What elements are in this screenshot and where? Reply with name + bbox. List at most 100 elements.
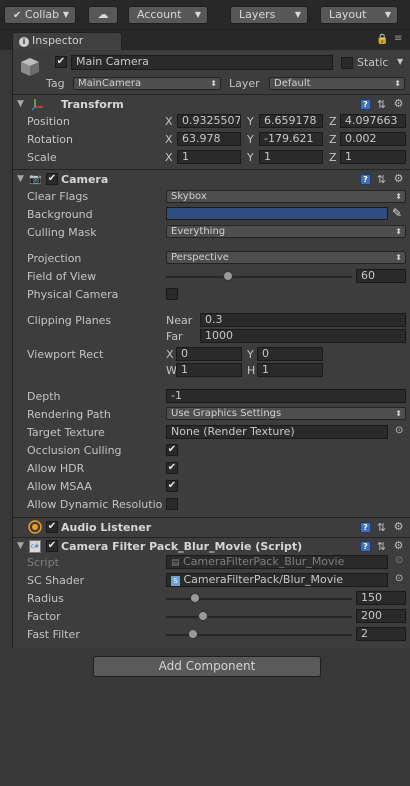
- menu-icon[interactable]: ≡: [394, 33, 402, 44]
- help-icon[interactable]: ?: [360, 522, 371, 533]
- fov-slider-thumb[interactable]: [222, 271, 233, 281]
- position-y-input[interactable]: 6.659178: [259, 114, 323, 128]
- filter-script-enabled-checkbox[interactable]: ✔: [46, 540, 58, 552]
- target-texture-field[interactable]: None (Render Texture): [166, 425, 388, 439]
- allow-msaa-checkbox[interactable]: ✔: [166, 480, 178, 492]
- position-z-input[interactable]: 4.097663: [340, 114, 406, 128]
- tab-inspector[interactable]: i Inspector: [12, 32, 122, 50]
- add-component-button[interactable]: Add Component: [93, 656, 321, 677]
- tab-row: i Inspector 🔒 ≡: [0, 30, 410, 50]
- factor-label: Factor: [27, 610, 61, 623]
- preset-icon[interactable]: ⇅: [376, 541, 387, 552]
- position-label: Position: [27, 115, 70, 128]
- name-input[interactable]: Main Camera: [71, 55, 333, 70]
- fast-filter-input[interactable]: 2: [356, 627, 406, 641]
- filter-script-header[interactable]: ▼ c# ✔ Camera Filter Pack_Blur_Movie (Sc…: [13, 538, 410, 556]
- vp-h-input[interactable]: 1: [257, 363, 323, 377]
- allow-hdr-checkbox[interactable]: ✔: [166, 462, 178, 474]
- gear-icon[interactable]: ⚙: [393, 540, 404, 551]
- lock-icon[interactable]: 🔒: [376, 34, 388, 45]
- layer-dropdown[interactable]: Default ⬍: [269, 77, 405, 90]
- clear-flags-dropdown[interactable]: Skybox ⬍: [166, 190, 406, 203]
- rotation-y-input[interactable]: -179.621: [259, 132, 323, 146]
- audio-listener-header[interactable]: ✔ Audio Listener ? ⇅ ⚙: [13, 519, 410, 537]
- camera-enabled-checkbox[interactable]: ✔: [46, 173, 58, 185]
- divider: [13, 517, 410, 518]
- factor-slider-thumb[interactable]: [198, 611, 208, 621]
- position-x-input[interactable]: 0.9325507: [177, 114, 241, 128]
- camera-header[interactable]: ▼ 📷 ✔ Camera ? ⇅ ⚙: [13, 171, 410, 189]
- audio-listener-enabled-checkbox[interactable]: ✔: [46, 521, 58, 533]
- help-icon[interactable]: ?: [360, 99, 371, 110]
- divider: [13, 169, 410, 170]
- object-picker-icon[interactable]: ⊙: [395, 425, 403, 436]
- fov-slider-track[interactable]: [166, 276, 352, 278]
- allow-dynamic-resolution-label: Allow Dynamic Resolutio: [27, 498, 163, 511]
- fold-arrow-icon[interactable]: ▼: [17, 174, 24, 184]
- layers-dropdown[interactable]: Layers ▼: [230, 6, 308, 24]
- near-input[interactable]: 0.3: [200, 313, 406, 327]
- vp-x-input[interactable]: 0: [176, 347, 242, 361]
- factor-slider-track[interactable]: [166, 616, 352, 618]
- scale-z-input[interactable]: 1: [340, 150, 406, 164]
- account-dropdown[interactable]: Account ▼: [128, 6, 208, 24]
- layout-dropdown[interactable]: Layout ▼: [320, 6, 398, 24]
- rendering-path-dropdown[interactable]: Use Graphics Settings ⬍: [166, 407, 406, 420]
- tab-label: Inspector: [32, 34, 84, 47]
- gear-icon[interactable]: ⚙: [393, 98, 404, 109]
- vp-w-input[interactable]: 1: [176, 363, 242, 377]
- help-icon[interactable]: ?: [360, 174, 371, 185]
- tag-value: MainCamera: [78, 78, 142, 89]
- allow-dynamic-resolution-checkbox[interactable]: [166, 498, 178, 510]
- scale-y-input[interactable]: 1: [259, 150, 323, 164]
- projection-value: Perspective: [171, 252, 229, 263]
- eyedropper-icon[interactable]: ✎: [392, 206, 402, 220]
- help-icon[interactable]: ?: [360, 541, 371, 552]
- script-file-icon: c#: [29, 540, 41, 553]
- layout-label: Layout: [329, 8, 367, 21]
- sc-shader-field[interactable]: S CameraFilterPack/Blur_Movie: [166, 573, 388, 587]
- fov-input[interactable]: 60: [356, 269, 406, 283]
- depth-input[interactable]: -1: [166, 389, 406, 403]
- vp-y-input[interactable]: 0: [257, 347, 323, 361]
- check-icon: ✔: [13, 10, 22, 21]
- inspector-panel: ✔ Main Camera Static ▼ Tag MainCamera ⬍ …: [12, 50, 410, 648]
- preset-icon[interactable]: ⇅: [376, 99, 387, 110]
- far-input[interactable]: 1000: [200, 329, 406, 343]
- script-label: Script: [27, 556, 59, 569]
- preset-icon[interactable]: ⇅: [376, 174, 387, 185]
- rotation-x-input[interactable]: 63.978: [177, 132, 241, 146]
- rotation-z-input[interactable]: 0.002: [340, 132, 406, 146]
- active-checkbox[interactable]: ✔: [55, 56, 67, 68]
- background-color-swatch[interactable]: [166, 207, 388, 220]
- culling-mask-dropdown[interactable]: Everything ⬍: [166, 225, 406, 238]
- collab-button[interactable]: ✔ Collab ▼: [4, 6, 76, 24]
- culling-mask-label: Culling Mask: [27, 226, 97, 239]
- gear-icon[interactable]: ⚙: [393, 173, 404, 184]
- static-checkbox[interactable]: [341, 57, 353, 69]
- fold-arrow-icon[interactable]: ▼: [17, 99, 24, 109]
- clipping-planes-label: Clipping Planes: [27, 314, 112, 327]
- fold-arrow-icon[interactable]: ▼: [17, 541, 24, 551]
- tag-dropdown[interactable]: MainCamera ⬍: [73, 77, 221, 90]
- physical-camera-checkbox[interactable]: [166, 288, 178, 300]
- target-texture-label: Target Texture: [27, 426, 105, 439]
- projection-dropdown[interactable]: Perspective ⬍: [166, 251, 406, 264]
- fast-filter-slider-thumb[interactable]: [188, 629, 198, 639]
- fast-filter-label: Fast Filter: [27, 628, 80, 641]
- cloud-button[interactable]: ☁: [88, 6, 118, 24]
- updown-arrow-icon: ⬍: [395, 227, 402, 236]
- filter-script-title: Camera Filter Pack_Blur_Movie (Script): [61, 540, 303, 553]
- radius-slider-thumb[interactable]: [190, 593, 200, 603]
- static-dropdown-icon[interactable]: ▼: [397, 57, 403, 66]
- preset-icon[interactable]: ⇅: [376, 522, 387, 533]
- factor-input[interactable]: 200: [356, 609, 406, 623]
- transform-header[interactable]: ▼ Transform ? ⇅ ⚙: [13, 96, 410, 114]
- scale-x-input[interactable]: 1: [177, 150, 241, 164]
- gear-icon[interactable]: ⚙: [393, 521, 404, 532]
- object-picker-icon[interactable]: ⊙: [395, 573, 403, 584]
- updown-arrow-icon: ⬍: [395, 192, 402, 201]
- rendering-path-value: Use Graphics Settings: [171, 408, 282, 419]
- radius-input[interactable]: 150: [356, 591, 406, 605]
- occlusion-culling-checkbox[interactable]: ✔: [166, 444, 178, 456]
